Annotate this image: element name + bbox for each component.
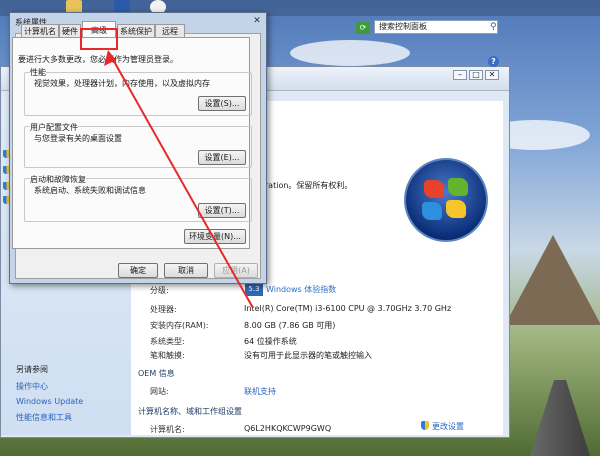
windows-logo-icon [404, 158, 488, 242]
refresh-icon[interactable]: ⟳ [356, 22, 370, 34]
performance-desc: 视觉效果，处理器计划，内存使用，以及虚拟内存 [34, 79, 210, 88]
computer-name-value: Q6L2HKQKCWP9GWQ [244, 424, 332, 433]
spec-label: 系统类型: [150, 337, 185, 346]
computer-name-section-heading: 计算机名称、域和工作组设置 [138, 407, 242, 416]
startup-recovery-title: 启动和故障恢复 [30, 174, 86, 185]
environment-variables-button[interactable]: 环境变量(N)... [184, 229, 246, 244]
tab-system-protection[interactable]: 系统保护 [117, 24, 155, 38]
admin-note: 要进行大多数更改，您必须作为管理员登录。 [18, 55, 178, 64]
spec-label: 笔和触摸: [150, 351, 185, 360]
see-also-heading: 另请参阅 [16, 365, 48, 374]
search-icon[interactable]: ⚲ [490, 22, 500, 32]
startup-recovery-desc: 系统启动、系统失败和调试信息 [34, 186, 146, 195]
copyright-text: oration。保留所有权利。 [260, 181, 353, 190]
startup-recovery-settings-button[interactable]: 设置(T)... [198, 203, 246, 218]
cancel-button[interactable]: 取消 [164, 263, 208, 278]
action-center-link[interactable]: 操作中心 [16, 381, 48, 392]
mountain [505, 235, 600, 325]
maximize-button[interactable]: □ [469, 70, 483, 80]
computer-name-label: 计算机名: [150, 425, 185, 434]
spec-value: 8.00 GB (7.86 GB 可用) [244, 321, 336, 330]
experience-index-link[interactable]: Windows 体验指数 [266, 284, 336, 295]
user-profiles-settings-button[interactable]: 设置(E)... [198, 150, 246, 165]
performance-settings-button[interactable]: 设置(S)... [198, 96, 246, 111]
spec-label: 安装内存(RAM): [150, 321, 209, 330]
rating-label: 分级: [150, 286, 169, 295]
search-input[interactable]: 搜索控制面板 [374, 20, 498, 34]
flag-yellow [446, 200, 466, 218]
website-label: 网站: [150, 387, 169, 396]
support-link[interactable]: 联机支持 [244, 386, 276, 397]
oem-section-heading: OEM 信息 [138, 369, 175, 378]
dialog-close-icon[interactable]: ✕ [249, 16, 265, 27]
windows-update-link[interactable]: Windows Update [16, 397, 83, 406]
tab-highlight-box [80, 28, 118, 50]
close-button[interactable]: ✕ [485, 70, 499, 80]
road [530, 380, 590, 456]
spec-value: 没有可用于此显示器的笔或触控输入 [244, 351, 372, 360]
spec-value: 64 位操作系统 [244, 337, 297, 346]
apply-button[interactable]: 应用(A) [214, 263, 258, 278]
minimize-button[interactable]: – [453, 70, 467, 80]
tab-computer-name[interactable]: 计算机名 [21, 24, 59, 38]
spec-value: Intel(R) Core(TM) i3-6100 CPU @ 3.70GHz … [244, 304, 452, 313]
user-profiles-desc: 与您登录有关的桌面设置 [34, 134, 122, 143]
flag-blue [422, 202, 442, 220]
uac-shield-icon [421, 421, 429, 430]
rating-badge[interactable]: 5.3 [245, 283, 263, 296]
cloud [290, 40, 410, 66]
help-icon[interactable]: ? [488, 56, 499, 67]
performance-tools-link[interactable]: 性能信息和工具 [16, 412, 72, 423]
change-settings-link[interactable]: 更改设置 [432, 421, 464, 432]
flag-green [448, 178, 468, 196]
spec-label: 处理器: [150, 305, 177, 314]
performance-title: 性能 [30, 67, 46, 78]
ok-button[interactable]: 确定 [118, 263, 158, 278]
tab-remote[interactable]: 远程 [155, 24, 185, 38]
user-profiles-title: 用户配置文件 [30, 122, 78, 133]
tab-hardware[interactable]: 硬件 [59, 24, 81, 38]
flag-red [424, 180, 444, 198]
